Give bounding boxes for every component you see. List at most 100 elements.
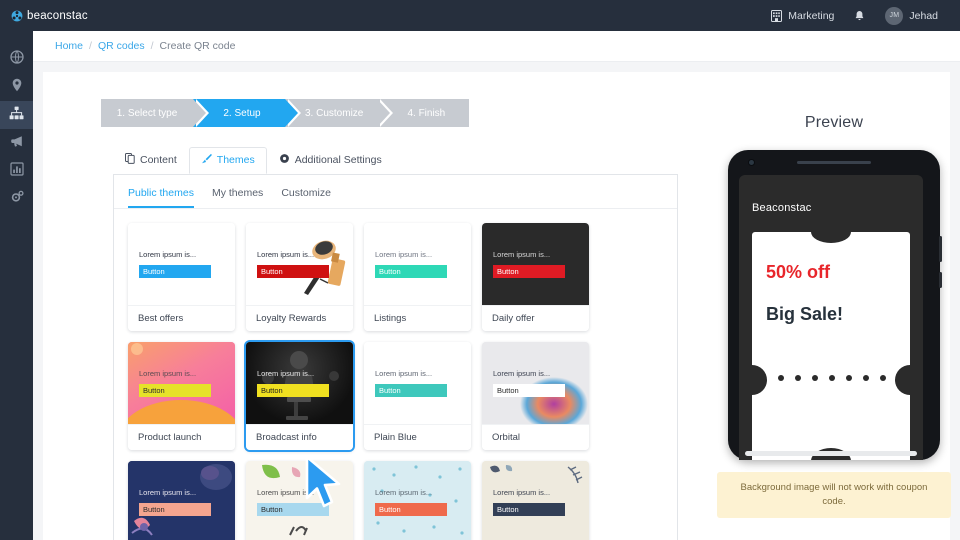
theme-preview-button: Button [375, 502, 447, 516]
breadcrumb-separator: / [150, 40, 154, 52]
themes-panel: Public themes My themes Customize Lorem … [113, 174, 678, 540]
location-pin-icon [11, 78, 23, 97]
subtab-my-themes[interactable]: My themes [212, 187, 263, 208]
step-label: 4. Finish [407, 107, 446, 119]
subtab-public-themes[interactable]: Public themes [128, 187, 194, 208]
theme-preview-button: Button [493, 383, 565, 397]
phone-screen: Beaconstac 50% off Big Sale! [739, 175, 923, 460]
coupon-card: 50% off Big Sale! [752, 232, 910, 460]
theme-card[interactable]: Lorem ipsum is... Button Listings [364, 223, 471, 331]
sidebar-item-analytics[interactable] [0, 157, 33, 185]
tab-label: Additional Settings [294, 154, 382, 166]
theme-card[interactable]: Lorem ipsum is... Button [364, 461, 471, 540]
theme-card[interactable]: Lorem ipsum is... Button Loyalty Rewards [246, 223, 353, 331]
breadcrumb: Home / QR codes / Create QR code [33, 31, 960, 62]
theme-preview-button: Button [257, 264, 329, 278]
main-content: 1. Select type 2. Setup 3. Customize 4. … [33, 62, 960, 540]
theme-card[interactable]: Lorem ipsum is... Button Broadcast info [246, 342, 353, 450]
topbar-actions: Marketing JM Jehad [761, 6, 960, 25]
building-icon [771, 9, 783, 22]
breadcrumb-item-qr-codes[interactable]: QR codes [98, 40, 145, 52]
theme-preview-text: Lorem ipsum is... [493, 488, 551, 498]
sidebar-item-qr-codes[interactable] [0, 101, 33, 129]
theme-thumbnail: Lorem ipsum is... Button [246, 461, 353, 540]
brush-icon [201, 153, 212, 167]
step-label: 2. Setup [223, 107, 261, 119]
gear-icon [10, 190, 24, 209]
theme-thumbnail: Lorem ipsum is... Button [482, 223, 589, 305]
theme-thumbnail: Lorem ipsum is... Button [246, 342, 353, 424]
theme-card[interactable]: Lorem ipsum is... Button Best offers [128, 223, 235, 331]
preview-title: Preview [804, 114, 864, 131]
notifications-button[interactable] [844, 10, 875, 22]
theme-card[interactable]: Lorem ipsum is... Button Plain Blue [364, 342, 471, 450]
gear-icon [279, 153, 290, 167]
theme-preview-button: Button [139, 502, 211, 516]
brand-name: beaconstac [27, 9, 88, 22]
breadcrumb-item-home[interactable]: Home [55, 40, 83, 52]
theme-preview-text: Lorem ipsum is... [257, 488, 315, 498]
avatar: JM [885, 6, 904, 25]
theme-card-label: Orbital [482, 424, 589, 450]
sitemap-qr-icon [9, 106, 24, 125]
theme-card[interactable]: Lorem ipsum is... Button Orbital [482, 342, 589, 450]
theme-card[interactable]: Lorem ipsum is... Button [246, 461, 353, 540]
user-menu[interactable]: JM Jehad [875, 6, 948, 25]
sidebar-item-locations[interactable] [0, 73, 33, 101]
theme-preview-text: Lorem ipsum is... [375, 250, 433, 260]
theme-preview-text: Lorem ipsum is... [257, 250, 315, 260]
coupon-perforation-left [752, 365, 767, 395]
theme-preview-button: Button [257, 502, 329, 516]
theme-card[interactable]: Lorem ipsum is... Button [128, 461, 235, 540]
theme-preview-text: Lorem ipsum is... [493, 250, 551, 260]
theme-preview-text: Lorem ipsum is... [139, 250, 197, 260]
theme-thumbnail: Lorem ipsum is... Button [364, 461, 471, 540]
sidebar [0, 31, 33, 540]
app-root: beaconstac Marketing JM Jehad Home / QR … [0, 0, 960, 540]
workspace-label: Marketing [788, 9, 835, 22]
theme-thumbnail: Lorem ipsum is... Button [128, 223, 235, 305]
sidebar-item-dashboard[interactable] [0, 45, 33, 73]
theme-subtabs: Public themes My themes Customize [114, 175, 677, 209]
theme-card-label: Loyalty Rewards [246, 305, 353, 331]
subtab-customize[interactable]: Customize [281, 187, 331, 208]
theme-card[interactable]: Lorem ipsum is... Button Daily offer [482, 223, 589, 331]
theme-thumbnail: Lorem ipsum is... Button [128, 342, 235, 424]
coupon-headline: 50% off [766, 262, 831, 282]
step-label: 3. Customize [305, 107, 364, 119]
theme-thumbnail: Lorem ipsum is... Button [128, 461, 235, 540]
warning-text: Background image will not work with coup… [740, 481, 928, 507]
phone-side-button [939, 236, 942, 262]
tab-themes[interactable]: Themes [188, 147, 267, 174]
sidebar-item-settings[interactable] [0, 185, 33, 213]
subtab-label: My themes [211, 187, 264, 199]
tab-content[interactable]: Content [113, 147, 189, 174]
theme-preview-button: Button [139, 383, 211, 397]
workspace-selector[interactable]: Marketing [761, 9, 844, 22]
theme-grid: Lorem ipsum is... Button Best offers Lorem … [114, 209, 677, 540]
theme-preview-text: Lorem ipsum is... [257, 369, 315, 379]
phone-home-indicator [745, 451, 917, 456]
step-label: 1. Select type [116, 107, 178, 119]
wizard-stepper: 1. Select type 2. Setup 3. Customize 4. … [101, 99, 470, 127]
theme-thumbnail: Lorem ipsum is... Button [482, 461, 589, 540]
theme-card[interactable]: Lorem ipsum is... Button [482, 461, 589, 540]
bell-icon [854, 10, 865, 22]
tab-additional-settings[interactable]: Additional Settings [267, 147, 394, 174]
preview-brand-name: Beaconstac [752, 202, 812, 214]
theme-preview-button: Button [139, 264, 211, 278]
theme-preview-button: Button [257, 383, 329, 397]
theme-card-label: Listings [364, 305, 471, 331]
theme-card[interactable]: Lorem ipsum is... Button Product launch [128, 342, 235, 450]
theme-preview-button: Button [375, 264, 447, 278]
step-select-type[interactable]: 1. Select type [101, 99, 209, 127]
theme-card-label: Product launch [128, 424, 235, 450]
brand-logo[interactable]: beaconstac [0, 10, 88, 22]
theme-preview-text: Lorem ipsum is... [139, 488, 197, 498]
sidebar-item-campaigns[interactable] [0, 129, 33, 157]
theme-card-label: Best offers [128, 305, 235, 331]
phone-mockup: Beaconstac 50% off Big Sale! [728, 150, 942, 460]
megaphone-icon [10, 134, 24, 153]
theme-preview-text: Lorem ipsum is... [493, 369, 551, 379]
theme-card-label: Daily offer [482, 305, 589, 331]
